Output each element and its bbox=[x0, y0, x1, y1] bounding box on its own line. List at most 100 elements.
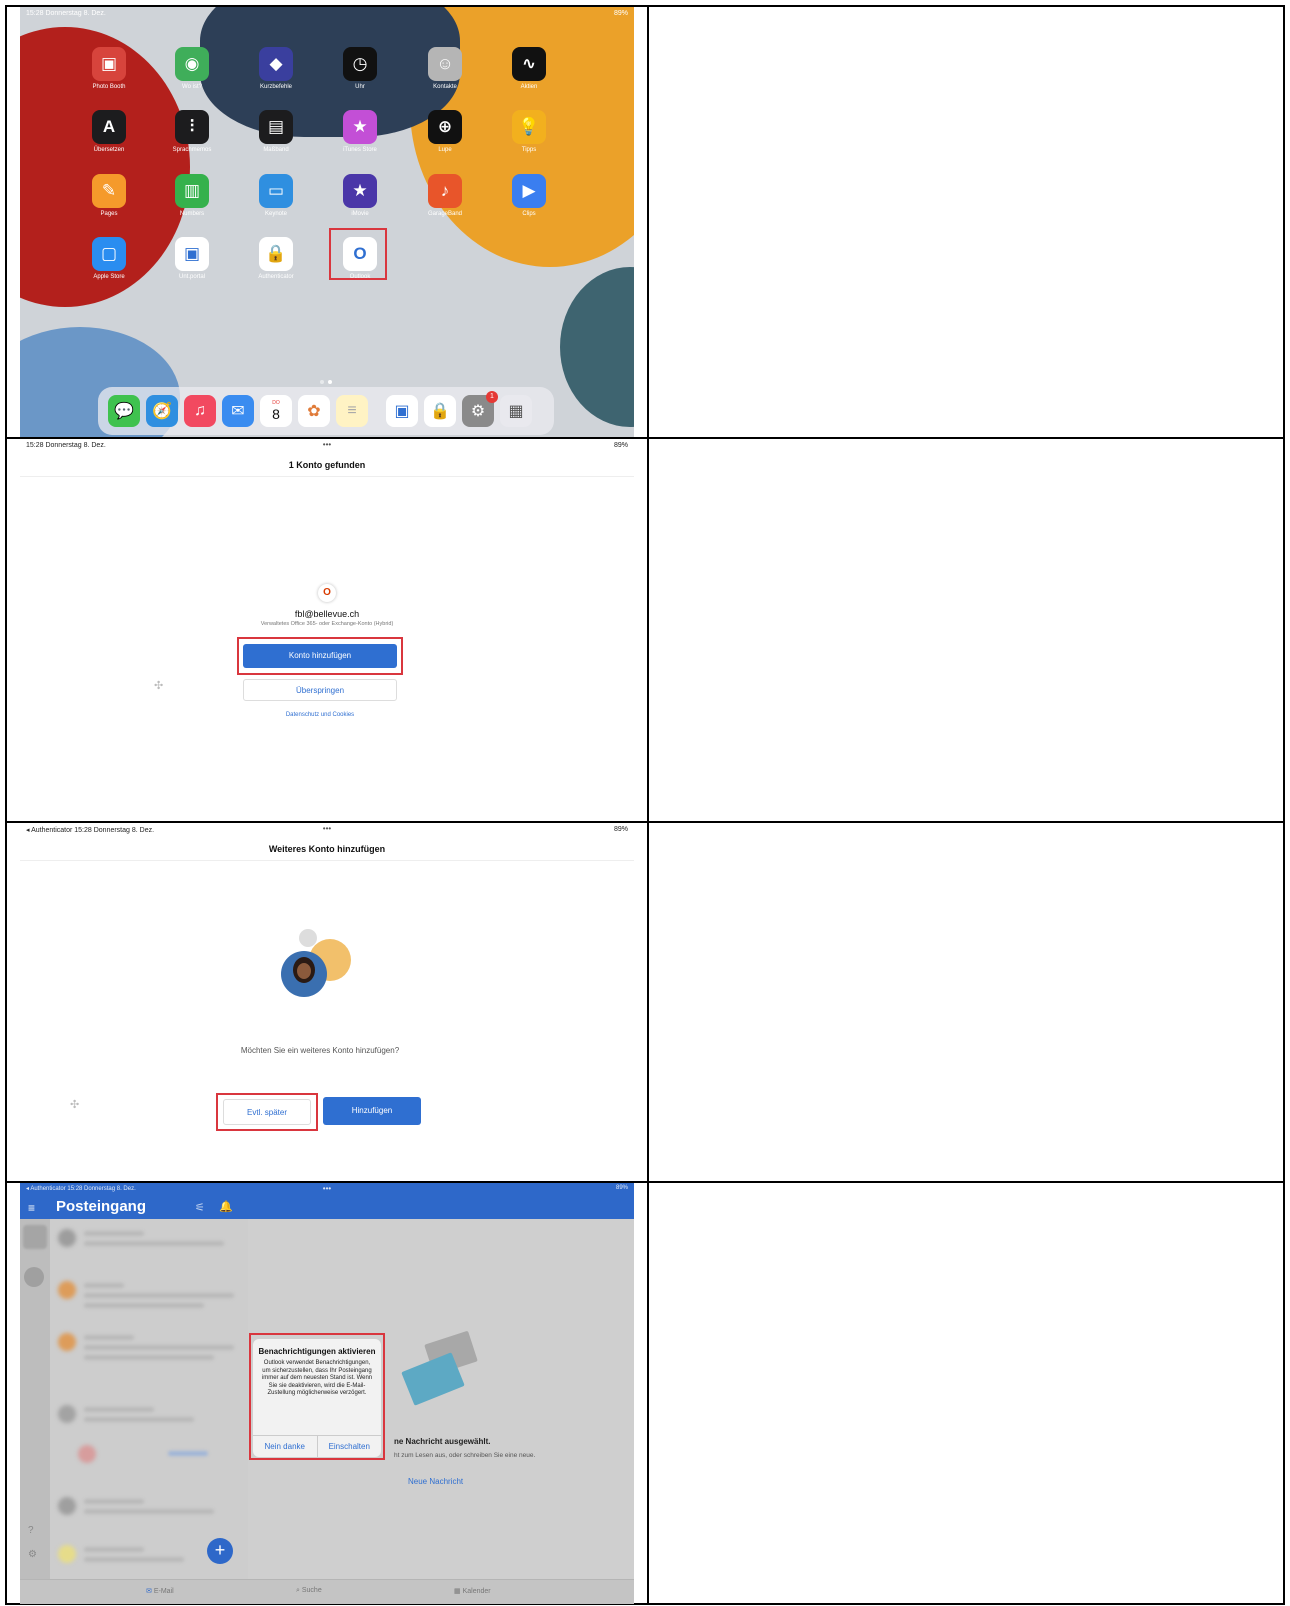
message-list bbox=[50, 1219, 248, 1579]
wallpaper-shape bbox=[560, 267, 634, 427]
app-label: Pages bbox=[100, 211, 118, 217]
messages-icon[interactable]: 💬 bbox=[108, 395, 140, 427]
music-icon[interactable]: ♫ bbox=[184, 395, 216, 427]
battery-status: 89% bbox=[615, 1185, 628, 1191]
outlook-inbox-screenshot: ≡ Posteingang ⚟ 🔔 ◂ Authenticator 15:28 … bbox=[20, 1183, 634, 1604]
app-unt-portal[interactable]: ▣ Unt.portal bbox=[147, 237, 237, 280]
list-item[interactable] bbox=[58, 1399, 238, 1439]
add-button[interactable]: Hinzufügen bbox=[323, 1097, 421, 1125]
company-portal-icon: ▣ bbox=[175, 237, 209, 271]
gear-icon[interactable]: ⚙ bbox=[28, 1549, 37, 1560]
app-aktien[interactable]: ∿ Aktien bbox=[484, 47, 574, 90]
add-account-mail-icon[interactable] bbox=[24, 1267, 44, 1287]
outlook-highlight bbox=[329, 228, 387, 280]
shortcuts-icon: ◆ bbox=[259, 47, 293, 81]
bell-icon[interactable]: 🔔 bbox=[219, 1200, 233, 1213]
page-title: 1 Konto gefunden bbox=[20, 453, 634, 477]
avatar[interactable] bbox=[23, 1225, 47, 1249]
cursor-crosshair-icon: ✣ bbox=[154, 680, 164, 692]
garageband-icon: ♪ bbox=[428, 174, 462, 208]
photos-icon[interactable]: ✿ bbox=[298, 395, 330, 427]
app-itunes-store[interactable]: ★ iTunes Store bbox=[315, 110, 405, 153]
app-uhr[interactable]: ◷ Uhr bbox=[315, 47, 405, 90]
authenticator-icon[interactable]: 🔒 bbox=[424, 395, 456, 427]
photo-booth-icon: ▣ bbox=[92, 47, 126, 81]
mail-icon[interactable]: ✉ bbox=[222, 395, 254, 427]
table-column-divider bbox=[647, 5, 649, 1605]
safari-icon[interactable]: 🧭 bbox=[146, 395, 178, 427]
list-item[interactable] bbox=[58, 1439, 238, 1479]
compose-button[interactable]: + bbox=[207, 1538, 233, 1564]
battery-status: 89% bbox=[613, 826, 628, 833]
tab-calendar[interactable]: ▦ Kalender bbox=[454, 1587, 491, 1595]
app-tipps[interactable]: 💡 Tipps bbox=[484, 110, 574, 153]
app-kurzbefehle[interactable]: ◆ Kurzbefehle bbox=[231, 47, 321, 90]
app-numbers[interactable]: ▥ Numbers bbox=[147, 174, 237, 217]
filter-icon[interactable]: ⚟ bbox=[195, 1201, 205, 1214]
app-photo-booth[interactable]: ▣ Photo Booth bbox=[64, 47, 154, 90]
app-übersetzen[interactable]: A Übersetzen bbox=[64, 110, 154, 153]
list-item[interactable] bbox=[58, 1275, 238, 1315]
app-pages[interactable]: ✎ Pages bbox=[64, 174, 154, 217]
tab-search[interactable]: ⌕ Suche bbox=[296, 1587, 322, 1595]
magnifier-icon: ⊕ bbox=[428, 110, 462, 144]
app-label: Sprachmemos bbox=[172, 147, 212, 153]
list-item[interactable] bbox=[58, 1491, 238, 1531]
settings-icon[interactable]: ⚙ 1 bbox=[462, 391, 498, 427]
app-imovie[interactable]: ★ iMovie bbox=[315, 174, 405, 217]
office-icon: O bbox=[318, 584, 336, 602]
help-icon[interactable]: ? bbox=[28, 1525, 34, 1536]
app-kontakte[interactable]: ☺ Kontakte bbox=[400, 47, 490, 90]
add-account-button[interactable]: Konto hinzufügen bbox=[243, 644, 397, 668]
authenticator-icon: 🔒 bbox=[259, 237, 293, 271]
calendar-icon: ▦ bbox=[454, 1588, 461, 1595]
app-label: iMovie bbox=[351, 211, 369, 217]
app-label: Kontakte bbox=[433, 84, 457, 90]
app-label: Lupe bbox=[438, 147, 452, 153]
privacy-link[interactable]: Datenschutz und Cookies bbox=[220, 712, 420, 718]
app-apple-store[interactable]: ▢ Apple Store bbox=[64, 237, 154, 280]
new-message-link[interactable]: Neue Nachricht bbox=[408, 1477, 463, 1486]
app-label: Kurzbefehle bbox=[259, 84, 293, 90]
contacts-icon: ☺ bbox=[428, 47, 462, 81]
battery-status: 89% bbox=[613, 442, 628, 449]
app-sprachmemos[interactable]: ⫶ Sprachmemos bbox=[147, 110, 237, 153]
app-label: Maßband bbox=[263, 147, 289, 153]
status-time: ◂ Authenticator 15:28 Donnerstag 8. Dez. bbox=[26, 1186, 136, 1192]
list-item[interactable] bbox=[58, 1223, 238, 1263]
app-authenticator[interactable]: 🔒 Authenticator bbox=[231, 237, 321, 280]
company-portal-icon[interactable]: ▣ bbox=[386, 395, 418, 427]
empty-state-title: ne Nachricht ausgewählt. bbox=[394, 1437, 491, 1446]
app-lupe[interactable]: ⊕ Lupe bbox=[400, 110, 490, 153]
clips-icon: ▶ bbox=[512, 174, 546, 208]
app-label: Aktien bbox=[520, 84, 538, 90]
app-library-icon[interactable]: ▦ bbox=[500, 395, 532, 427]
skip-button[interactable]: Überspringen bbox=[243, 679, 397, 701]
menu-icon[interactable]: ≡ bbox=[28, 1201, 35, 1215]
account-found-screenshot: 15:28 Donnerstag 8. Dez. 89% ••• 1 Konto… bbox=[20, 439, 634, 821]
app-wo-ist-[interactable]: ◉ Wo ist? bbox=[147, 47, 237, 90]
account-type: Verwaltetes Office 365- oder Exchange-Ko… bbox=[260, 621, 394, 627]
app-keynote[interactable]: ▭ Keynote bbox=[231, 174, 321, 217]
later-button[interactable]: Evtl. später bbox=[223, 1099, 311, 1125]
calendar-icon[interactable]: DO 8 bbox=[260, 395, 292, 427]
multitasking-dots[interactable]: ••• bbox=[323, 824, 331, 833]
notes-icon[interactable]: ≡ bbox=[336, 395, 368, 427]
tab-mail[interactable]: ✉ E-Mail bbox=[146, 1587, 174, 1595]
app-clips[interactable]: ▶ Clips bbox=[484, 174, 574, 217]
turn-on-button[interactable]: Einschalten bbox=[316, 1436, 382, 1457]
app-garageband[interactable]: ♪ GarageBand bbox=[400, 174, 490, 217]
app-label: Apple Store bbox=[93, 274, 125, 280]
no-thanks-button[interactable]: Nein danke bbox=[253, 1436, 317, 1457]
account-email: fbl@bellevue.ch bbox=[294, 609, 360, 619]
list-item[interactable] bbox=[58, 1327, 238, 1367]
multitasking-dots[interactable]: ••• bbox=[323, 440, 331, 449]
multitasking-dots[interactable]: ••• bbox=[323, 1184, 331, 1193]
pages-icon: ✎ bbox=[92, 174, 126, 208]
app-label: Authenticator bbox=[258, 274, 294, 280]
app-maßband[interactable]: ▤ Maßband bbox=[231, 110, 321, 153]
app-label: Photo Booth bbox=[92, 84, 126, 90]
tab-label: E-Mail bbox=[153, 1588, 174, 1595]
app-label: Uhr bbox=[355, 84, 365, 90]
clock-icon: ◷ bbox=[343, 47, 377, 81]
